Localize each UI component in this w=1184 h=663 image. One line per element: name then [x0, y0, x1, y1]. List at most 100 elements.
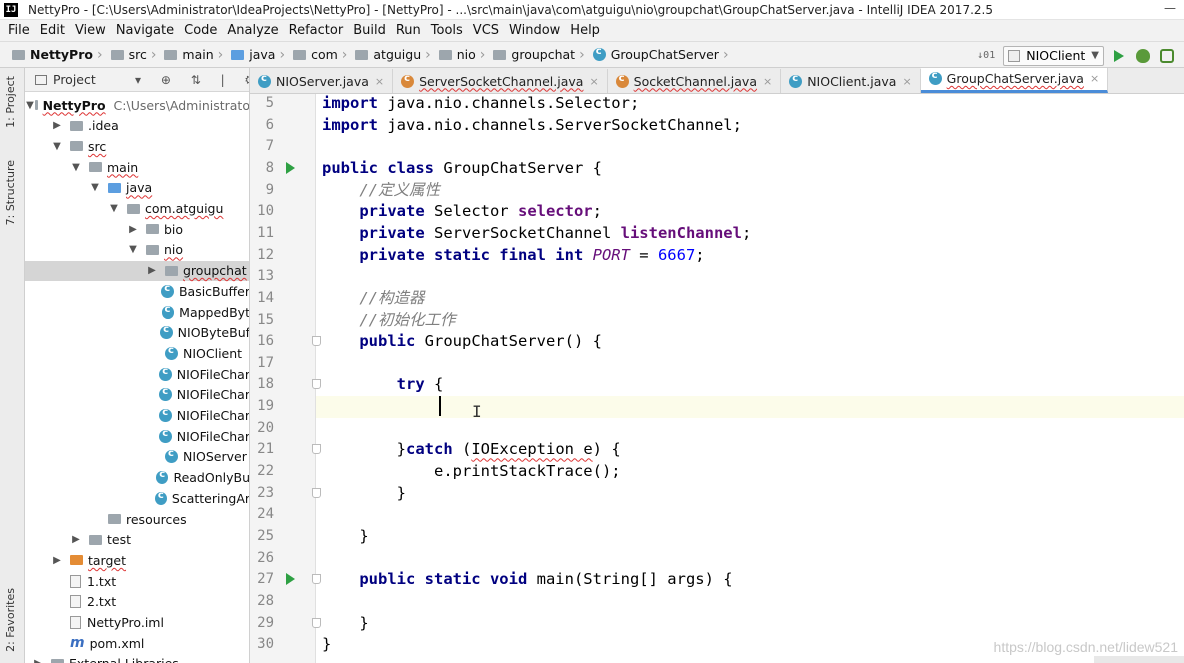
run-gutter-icon[interactable] [286, 573, 295, 586]
editor-gutter: 5 6 7 8 9 10 11 12 13 14 15 16 17 18 19 20 21 22 23 24 25 26 2… [250, 94, 321, 663]
run-config-select[interactable]: NIOClient ▼ [1003, 45, 1104, 66]
breadcrumb-java[interactable]: java › [231, 47, 289, 63]
breadcrumb-src[interactable]: src › [110, 47, 161, 63]
breadcrumb-groupchat[interactable]: groupchat › [493, 47, 588, 63]
line-number: 25 [257, 528, 274, 544]
tree-item-label: test [107, 532, 132, 548]
menu-analyze[interactable]: Analyze [223, 23, 284, 38]
tree-item-label: target [88, 552, 127, 568]
expand-right-icon[interactable]: ▶ [31, 658, 45, 663]
breadcrumb-atguigu[interactable]: atguigu › [355, 47, 434, 63]
tree-item[interactable]: NIOByteBuf [25, 323, 249, 343]
expand-down-icon[interactable]: ▼ [88, 182, 102, 193]
menu-code[interactable]: Code [180, 23, 223, 38]
tree-item[interactable]: resources [25, 509, 249, 529]
folder-icon [164, 49, 178, 60]
expand-right-icon[interactable]: ▶ [50, 555, 64, 566]
tab-favorites-tool[interactable]: 2: Favorites [4, 588, 17, 652]
chevron-right-icon: › [722, 46, 729, 63]
tab-nioclient[interactable]: NIOClient.java× [781, 69, 921, 93]
close-icon[interactable]: × [375, 75, 384, 88]
menu-help[interactable]: Help [566, 23, 606, 38]
tree-item[interactable]: NIOFileChar [25, 406, 249, 426]
run-icon[interactable] [1114, 49, 1124, 62]
menu-navigate[interactable]: Navigate [112, 23, 180, 38]
code-line: try { [396, 375, 444, 394]
tree-item[interactable]: 2.txt [25, 592, 249, 612]
menu-vcs[interactable]: VCS [469, 23, 505, 38]
tree-item[interactable]: 1.txt [25, 571, 249, 591]
breadcrumb-nettypro[interactable]: NettyPro › [12, 47, 107, 63]
tree-item[interactable]: ▼ java [25, 178, 249, 198]
minimize-button[interactable]: — [1164, 2, 1176, 15]
expand-right-icon[interactable]: ▶ [69, 534, 83, 545]
tree-item[interactable]: ▼ com.atguigu [25, 199, 249, 219]
menu-tools[interactable]: Tools [427, 23, 469, 38]
tree-item[interactable]: BasicBuffer [25, 281, 249, 301]
tree-item[interactable]: ▼ nio [25, 240, 249, 260]
breadcrumb-nio[interactable]: nio › [438, 47, 490, 63]
tab-socketchannel[interactable]: SocketChannel.java× [608, 69, 782, 93]
breadcrumb-main[interactable]: main › [164, 47, 227, 63]
expand-down-icon[interactable]: ▼ [126, 244, 140, 255]
tree-item[interactable]: m pom.xml [25, 633, 249, 653]
debug-icon[interactable] [1136, 48, 1150, 63]
tree-item[interactable]: ▶ External Libraries [25, 654, 249, 663]
tree-item[interactable]: NIOFileChar [25, 364, 249, 384]
expand-down-icon[interactable]: ▼ [50, 141, 64, 152]
coverage-icon[interactable] [1160, 48, 1174, 63]
breadcrumb-com[interactable]: com › [293, 47, 351, 63]
tab-nioserver[interactable]: NIOServer.java× [250, 69, 394, 93]
run-gutter-icon[interactable] [286, 161, 295, 174]
folder-icon [12, 49, 25, 60]
menu-edit[interactable]: Edit [36, 23, 71, 38]
tree-item[interactable]: ▶ groupchat [25, 260, 249, 281]
tree-item[interactable]: ▶ test [25, 530, 249, 550]
tree-item-label: NIOClient [183, 345, 243, 361]
tree-item[interactable]: ▶ .idea [25, 116, 249, 136]
expand-down-icon[interactable]: ▼ [69, 162, 83, 173]
breadcrumb-groupchatserver[interactable]: GroupChatServer› [592, 46, 733, 63]
tab-structure-tool[interactable]: 7: Structure [4, 160, 17, 225]
menu-build[interactable]: Build [349, 23, 392, 38]
close-icon[interactable]: × [1090, 72, 1099, 85]
expand-right-icon[interactable]: ▶ [126, 224, 140, 235]
tree-item[interactable]: ▼ main [25, 157, 249, 177]
expand-down-icon[interactable]: ▼ [107, 203, 121, 214]
folder-icon [35, 100, 38, 110]
menu-refactor[interactable]: Refactor [285, 23, 350, 38]
tree-item[interactable]: NIOClient [25, 343, 249, 363]
code-line: } [322, 527, 369, 545]
tab-serversocketchannel[interactable]: ServerSocketChannel.java× [393, 69, 608, 93]
tree-item[interactable]: ReadOnlyBu [25, 468, 249, 488]
tree-item[interactable]: NIOServer [25, 447, 249, 467]
tree-item[interactable]: NIOFileChar [25, 426, 249, 446]
close-icon[interactable]: × [902, 75, 911, 88]
close-icon[interactable]: × [589, 75, 598, 88]
tab-project-tool[interactable]: 1: Project [4, 76, 17, 128]
build-icon[interactable]: ↓01 [977, 50, 995, 61]
tree-item[interactable]: MappedByt [25, 302, 249, 322]
tree-item[interactable]: ▼ NettyPro C:\Users\Administrato [25, 95, 249, 115]
menu-view[interactable]: View [71, 23, 112, 38]
line-number: 12 [257, 246, 274, 263]
tab-groupchatserver[interactable]: GroupChatServer.java× [920, 68, 1109, 93]
code-area[interactable]: import java.nio.channels.Selector; import… [316, 94, 1184, 663]
tree-item-label: nio [164, 242, 184, 258]
expand-right-icon[interactable]: ▶ [50, 120, 64, 131]
project-panel-tools[interactable]: ▾ ⊕ ⇅ | ⚙ ⊢ [135, 73, 249, 87]
tree-item[interactable]: NettyPro.iml [25, 613, 249, 633]
expand-down-icon[interactable]: ▼ [26, 100, 34, 111]
tree-item[interactable]: ▶ target [25, 550, 249, 570]
tree-item[interactable]: ▶ bio [25, 219, 249, 239]
menu-file[interactable]: File [4, 23, 36, 38]
project-panel-title[interactable]: Project [53, 72, 96, 87]
expand-right-icon[interactable]: ▶ [145, 265, 159, 276]
menu-window[interactable]: Window [505, 23, 566, 38]
menu-run[interactable]: Run [392, 23, 427, 38]
tree-item[interactable]: NIOFileChar [25, 385, 249, 405]
tree-item-label: .idea [88, 118, 119, 134]
close-icon[interactable]: × [763, 75, 772, 88]
tree-item[interactable]: ScatteringAr [25, 488, 249, 508]
tree-item[interactable]: ▼ src [25, 136, 249, 156]
